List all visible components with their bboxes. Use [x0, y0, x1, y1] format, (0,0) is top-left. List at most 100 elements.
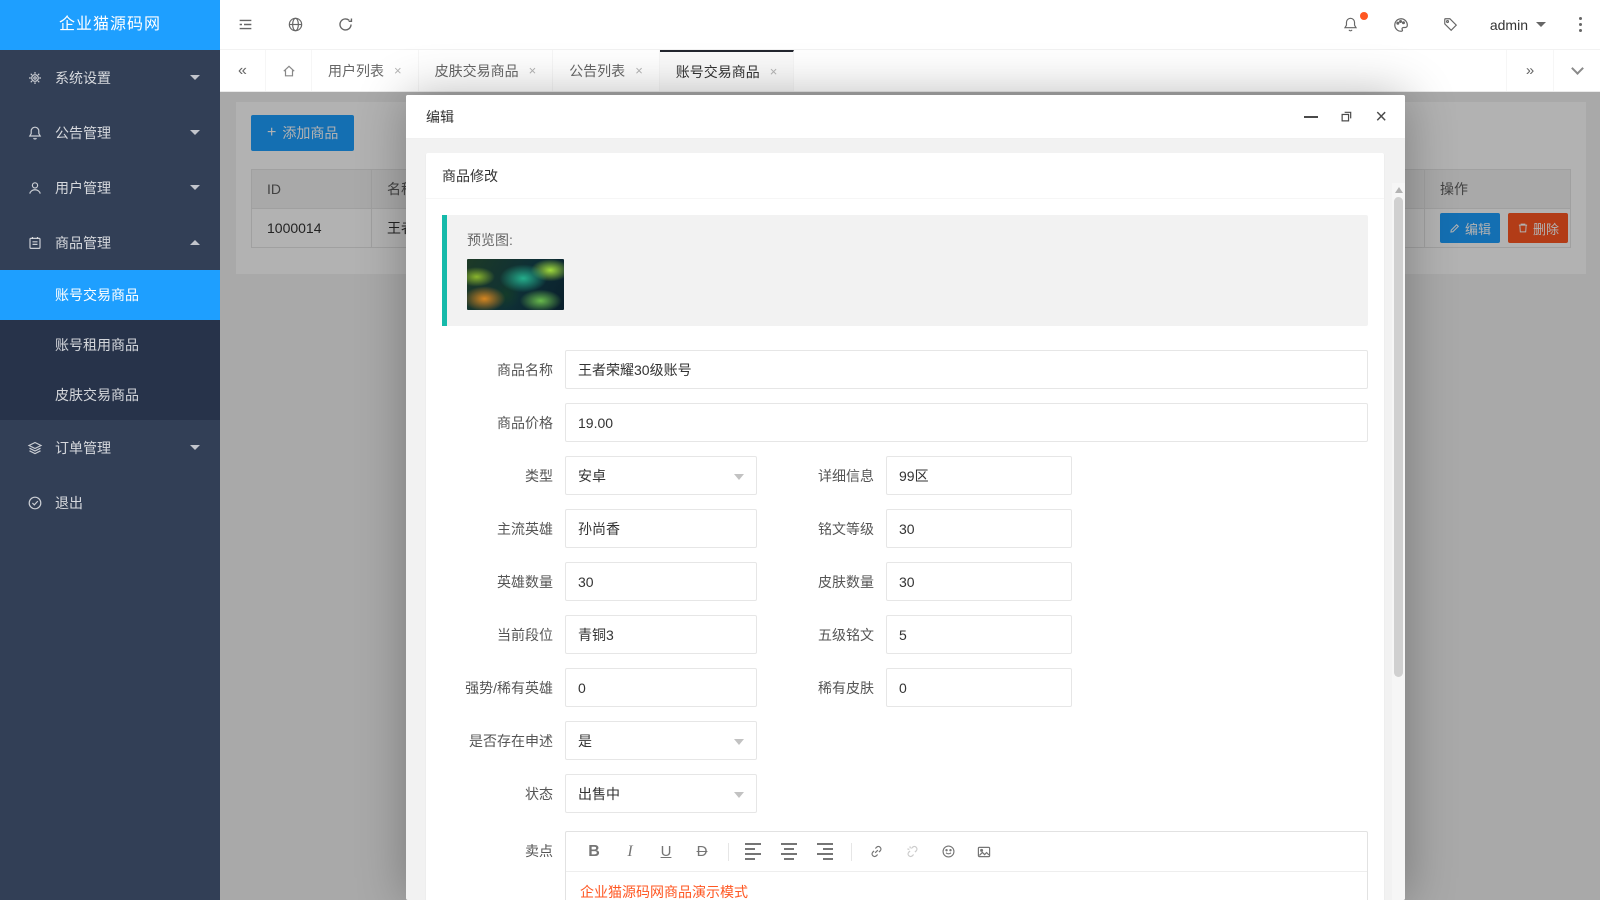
refresh-icon[interactable] [320, 0, 370, 50]
modal-scrollbar[interactable] [1392, 183, 1405, 900]
insert-image-icon[interactable] [970, 839, 998, 865]
modal-window-controls: × [1304, 107, 1387, 127]
tab-announcement-list[interactable]: 公告列表 × [553, 50, 660, 91]
sidebar-item-label: 公告管理 [55, 123, 190, 143]
product-name-input[interactable] [565, 350, 1368, 389]
tab-label: 皮肤交易商品 [435, 61, 519, 81]
sidebar-item-announcements[interactable]: 公告管理 [0, 105, 220, 160]
sidebar-item-users[interactable]: 用户管理 [0, 160, 220, 215]
gear-icon [27, 70, 43, 86]
select-value: 是 [578, 731, 592, 751]
tab-user-list[interactable]: 用户列表 × [312, 50, 419, 91]
chevron-down-icon [734, 474, 744, 480]
home-tab[interactable] [266, 50, 312, 91]
top-header: admin [220, 0, 1600, 50]
rare-hero-input[interactable] [565, 668, 757, 707]
field-label: 铭文等级 [757, 509, 886, 539]
sidebar-item-system-settings[interactable]: 系统设置 [0, 50, 220, 105]
more-menu-icon[interactable] [1560, 17, 1600, 32]
close-icon[interactable]: × [1375, 107, 1387, 127]
tab-skin-trade[interactable]: 皮肤交易商品 × [419, 50, 554, 91]
sidebar-item-account-trade[interactable]: 账号交易商品 [0, 270, 220, 320]
sidebar-item-logout[interactable]: 退出 [0, 475, 220, 530]
align-right-icon[interactable] [811, 839, 839, 865]
unlink-icon[interactable] [898, 839, 926, 865]
sidebar-item-account-rent[interactable]: 账号租用商品 [0, 320, 220, 370]
tabs-dropdown-icon[interactable] [1553, 50, 1600, 91]
appeal-select[interactable]: 是 [565, 721, 757, 760]
skin-count-input[interactable] [886, 562, 1072, 601]
tabbar-right: » [1506, 50, 1600, 91]
emoji-icon[interactable] [934, 839, 962, 865]
sidebar-item-label: 用户管理 [55, 178, 190, 198]
sidebar-item-label: 退出 [55, 493, 200, 513]
tab-bar: « 用户列表 × 皮肤交易商品 × 公告列表 × 账号交易商品 × » [220, 50, 1600, 92]
chevron-up-icon [190, 240, 200, 245]
rune-level-input[interactable] [886, 509, 1072, 548]
link-icon[interactable] [862, 839, 890, 865]
tab-close-icon[interactable]: × [770, 64, 778, 79]
minimize-icon[interactable] [1304, 116, 1318, 118]
edit-modal: 编辑 × 商品修改 预览图: 商品名称 [406, 95, 1405, 900]
italic-icon[interactable]: I [616, 839, 644, 865]
header-right: admin [1326, 0, 1600, 50]
product-price-input[interactable] [565, 403, 1368, 442]
bold-icon[interactable]: B [580, 839, 608, 865]
sidebar-item-label: 系统设置 [55, 68, 190, 88]
select-value: 安卓 [578, 466, 606, 486]
current-rank-input[interactable] [565, 615, 757, 654]
tab-close-icon[interactable]: × [394, 63, 402, 78]
field-label: 强势/稀有英雄 [442, 668, 565, 698]
chevron-down-icon [190, 75, 200, 80]
type-select[interactable]: 安卓 [565, 456, 757, 495]
products-submenu: 账号交易商品 账号租用商品 皮肤交易商品 [0, 270, 220, 420]
globe-icon[interactable] [270, 0, 320, 50]
field-label: 五级铭文 [757, 615, 886, 645]
editor-content[interactable]: 企业猫源码网商品演示模式 [566, 872, 1367, 900]
tabs-collapse-icon[interactable]: « [220, 50, 266, 91]
field-label: 详细信息 [757, 456, 886, 486]
modal-title: 编辑 [426, 107, 454, 127]
sidebar-item-orders[interactable]: 订单管理 [0, 420, 220, 475]
scroll-up-arrow[interactable] [1395, 187, 1403, 193]
main-hero-input[interactable] [565, 509, 757, 548]
tab-account-trade[interactable]: 账号交易商品 × [660, 50, 795, 91]
rare-skin-input[interactable] [886, 668, 1072, 707]
home-icon [281, 63, 297, 79]
rich-text-editor: B I U D [565, 831, 1368, 900]
maximize-icon[interactable] [1340, 110, 1353, 123]
field-label: 商品名称 [442, 350, 565, 380]
tag-icon[interactable] [1426, 0, 1476, 50]
sidebar: 企业猫源码网 系统设置 公告管理 用户管理 [0, 0, 220, 900]
toolbar-divider [851, 843, 852, 861]
tabs-more-icon[interactable]: » [1506, 50, 1553, 91]
sidebar-toggle-icon[interactable] [220, 0, 270, 50]
tab-close-icon[interactable]: × [529, 63, 537, 78]
tab-close-icon[interactable]: × [635, 63, 643, 78]
sidebar-item-products[interactable]: 商品管理 [0, 215, 220, 270]
sidebar-item-skin-trade[interactable]: 皮肤交易商品 [0, 370, 220, 420]
align-center-icon[interactable] [775, 839, 803, 865]
logout-icon [27, 495, 43, 511]
modal-body: 商品修改 预览图: 商品名称 商品价格 类型 安卓 [406, 139, 1405, 900]
theme-palette-icon[interactable] [1376, 0, 1426, 50]
strikethrough-icon[interactable]: D [688, 839, 716, 865]
notifications-bell-icon[interactable] [1326, 0, 1376, 50]
scrollbar-thumb[interactable] [1394, 197, 1403, 677]
user-menu[interactable]: admin [1476, 17, 1560, 33]
field-label: 主流英雄 [442, 509, 565, 539]
align-left-icon[interactable] [739, 839, 767, 865]
detail-info-input[interactable] [886, 456, 1072, 495]
level5-rune-input[interactable] [886, 615, 1072, 654]
sidebar-item-label: 商品管理 [55, 233, 190, 253]
field-label: 卖点 [442, 831, 565, 861]
sidebar-item-label: 订单管理 [55, 438, 190, 458]
field-label: 状态 [442, 774, 565, 804]
preview-label: 预览图: [467, 230, 1348, 250]
user-icon [27, 180, 43, 196]
toolbar-divider [728, 843, 729, 861]
hero-count-input[interactable] [565, 562, 757, 601]
field-label: 英雄数量 [442, 562, 565, 592]
status-select[interactable]: 出售中 [565, 774, 757, 813]
underline-icon[interactable]: U [652, 839, 680, 865]
